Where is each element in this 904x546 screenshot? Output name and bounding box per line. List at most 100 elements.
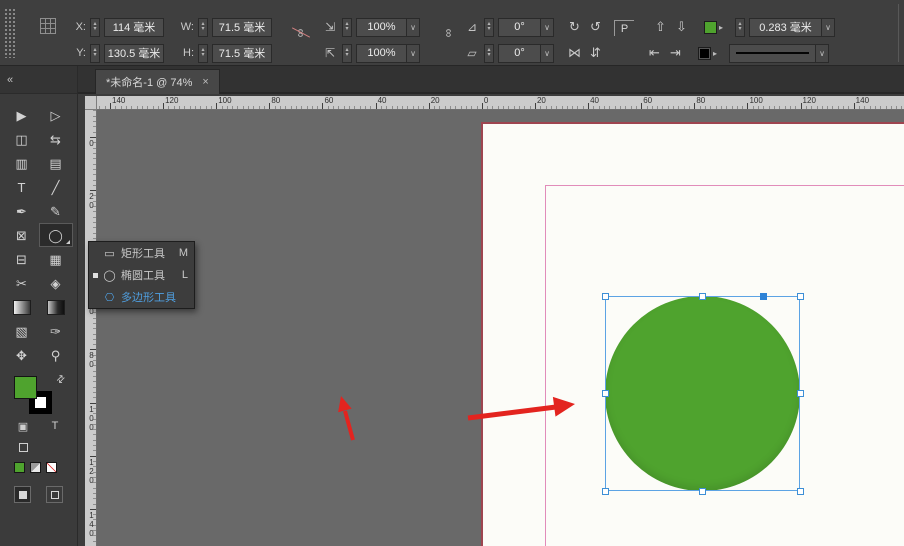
ellipse-tool[interactable]: ◯ bbox=[38, 223, 73, 247]
spinner-down-icon[interactable]: ▾ bbox=[739, 26, 742, 32]
panel-drag-dots[interactable] bbox=[4, 8, 17, 58]
current-tool-marker bbox=[93, 272, 98, 278]
x-input[interactable]: 114 毫米 bbox=[104, 17, 164, 37]
frame-tool[interactable]: ⊠ bbox=[5, 223, 39, 247]
ruler-number: 140 bbox=[87, 510, 96, 538]
formatting-affects-text-button[interactable]: T bbox=[46, 417, 64, 435]
x-spinner[interactable]: ▴ ▾ bbox=[90, 17, 100, 37]
pen-tool[interactable]: ✒ bbox=[5, 199, 39, 223]
document-canvas[interactable] bbox=[97, 110, 904, 546]
fit-left-button[interactable]: ⇤ bbox=[646, 45, 663, 61]
spinner-down-icon[interactable]: ▾ bbox=[201, 52, 204, 58]
spinner-down-icon[interactable]: ▾ bbox=[345, 52, 348, 58]
spinner-down-icon[interactable]: ▾ bbox=[201, 26, 204, 32]
ruler-number: 40 bbox=[377, 96, 387, 105]
distribute-down-button[interactable]: ⇩ bbox=[673, 19, 690, 35]
tools-panel-header[interactable]: « bbox=[0, 66, 77, 94]
note-tool[interactable]: ▧ bbox=[5, 319, 39, 343]
fill-color-swatch[interactable] bbox=[704, 20, 717, 34]
stroke-weight-select[interactable]: 0.283 毫米 ∨ bbox=[749, 17, 836, 37]
spinner-down-icon[interactable]: ▾ bbox=[93, 26, 96, 32]
scale-x-spinner[interactable]: ▴ ▾ bbox=[342, 17, 352, 37]
rotate-ccw-button[interactable]: ↺ bbox=[587, 19, 604, 35]
y-input[interactable]: 130.5 毫米 bbox=[104, 43, 164, 63]
spinner-down-icon[interactable]: ▾ bbox=[93, 52, 96, 58]
normal-view-mode-button[interactable] bbox=[14, 486, 31, 503]
scale-y-spinner[interactable]: ▴ ▾ bbox=[342, 43, 352, 63]
ruler-corner[interactable] bbox=[85, 96, 97, 110]
spinner-down-icon[interactable]: ▾ bbox=[487, 52, 490, 58]
stroke-type-select[interactable]: ∨ bbox=[729, 43, 830, 63]
h-ruler[interactable]: 140 120 100 80 60 40 20 0 20 40 60 80 100 120 140 bbox=[97, 96, 904, 110]
v-ruler[interactable]: 020406080100120140 bbox=[85, 110, 97, 546]
free-transform-tool[interactable]: ◈ bbox=[39, 271, 73, 295]
document-tab[interactable]: *未命名-1 @ 74% × bbox=[95, 69, 220, 94]
scale-y-select[interactable]: 100% ∨ bbox=[356, 43, 420, 63]
shear-spinner[interactable]: ▴ ▾ bbox=[484, 43, 494, 63]
type-tool[interactable]: T bbox=[5, 175, 39, 199]
red-arrow-up bbox=[338, 396, 355, 441]
apply-gradient-button[interactable] bbox=[30, 462, 41, 473]
content-collector-tool[interactable]: ▥ bbox=[5, 151, 39, 175]
eyedropper-tool-icon: ✑ bbox=[50, 323, 61, 339]
close-tab-icon[interactable]: × bbox=[202, 76, 208, 88]
h-input[interactable]: 71.5 毫米 bbox=[212, 43, 272, 63]
toolbar-tools: ▶ ▷ ◫ ⇆ ▥ ▤ T ╱ ✒ ✎ ⊠ ◯ ⊟ ▦ ✂ ◈ ▧ ✑ ✥ ⚲ bbox=[0, 103, 77, 367]
fill-color-control[interactable]: ▸ bbox=[704, 20, 723, 34]
eyedropper-tool[interactable]: ✑ bbox=[39, 319, 73, 343]
preview-mode-button[interactable] bbox=[46, 486, 63, 503]
ruler-number: 20 bbox=[87, 192, 96, 211]
flip-horizontal-button[interactable]: ⋈ bbox=[566, 45, 583, 61]
rotation-spinner[interactable]: ▴ ▾ bbox=[484, 17, 494, 37]
swap-fill-stroke-icon[interactable]: ⇄ bbox=[54, 373, 68, 387]
gap-tool[interactable]: ⇆ bbox=[39, 127, 73, 151]
table-tool-icon: ⊟ bbox=[16, 251, 27, 267]
scale-y-value: 100% bbox=[367, 47, 396, 59]
shear-select[interactable]: 0° ∨ bbox=[498, 43, 554, 63]
reference-point-button[interactable]: P bbox=[614, 20, 634, 36]
rotate-cw-button[interactable]: ↻ bbox=[566, 19, 583, 35]
gradient-tool[interactable] bbox=[5, 295, 39, 319]
pencil-tool[interactable]: ✎ bbox=[39, 199, 73, 223]
stroke-weight-spinner[interactable]: ▴ ▾ bbox=[735, 17, 746, 37]
toolbar-fill-swatch[interactable] bbox=[14, 376, 37, 399]
w-spinner[interactable]: ▴ ▾ bbox=[198, 17, 208, 37]
spinner-down-icon[interactable]: ▾ bbox=[345, 26, 348, 32]
w-input[interactable]: 71.5 毫米 bbox=[212, 17, 272, 37]
apply-color-button[interactable] bbox=[14, 462, 25, 473]
zoom-tool[interactable]: ⚲ bbox=[39, 343, 73, 367]
flyout-item-polygon-tool[interactable]: ⎔ 多边形工具 bbox=[89, 286, 194, 308]
apply-none-button[interactable] bbox=[46, 462, 57, 473]
control-bar: ∞ ∞ X: ▴ ▾ 114 毫米 W: ▴ ▾ 71.5 毫米 ⇲ ▴ ▾ 100%… bbox=[0, 0, 904, 66]
reference-point-proxy[interactable] bbox=[40, 18, 56, 34]
table-tool[interactable]: ⊟ bbox=[5, 247, 39, 271]
ruler-number: 80 bbox=[696, 96, 706, 105]
hand-tool[interactable]: ✥ bbox=[5, 343, 39, 367]
y-spinner[interactable]: ▴ ▾ bbox=[90, 43, 100, 63]
distribute-up-button[interactable]: ⇧ bbox=[652, 19, 669, 35]
default-fill-stroke-button[interactable] bbox=[14, 438, 32, 456]
x-label: X: bbox=[75, 21, 86, 33]
gradient-feather-tool[interactable] bbox=[39, 295, 73, 319]
direct-selection-tool[interactable]: ▷ bbox=[39, 103, 73, 127]
line-tool[interactable]: ╱ bbox=[39, 175, 73, 199]
stroke-color-swatch[interactable] bbox=[698, 46, 711, 60]
frame-grid-tool[interactable]: ▦ bbox=[39, 247, 73, 271]
formatting-affects-container-button[interactable]: ▣ bbox=[14, 417, 32, 435]
selection-tool[interactable]: ▶ bbox=[5, 103, 39, 127]
spinner-down-icon[interactable]: ▾ bbox=[487, 26, 490, 32]
scissors-tool[interactable]: ✂ bbox=[5, 271, 39, 295]
stroke-weight-value: 0.283 毫米 bbox=[759, 22, 812, 34]
flip-vertical-button[interactable]: ⇵ bbox=[587, 45, 604, 61]
content-placer-tool[interactable]: ▤ bbox=[39, 151, 73, 175]
page-tool[interactable]: ◫ bbox=[5, 127, 39, 151]
flyout-item-ellipse-tool[interactable]: ◯ 椭圆工具 L bbox=[89, 264, 194, 286]
flyout-item-rectangle-tool[interactable]: ▭ 矩形工具 M bbox=[89, 242, 194, 264]
fit-right-button[interactable]: ⇥ bbox=[667, 45, 684, 61]
rotation-select[interactable]: 0° ∨ bbox=[498, 17, 554, 37]
ruler-number: 0 bbox=[483, 96, 489, 105]
collapse-panel-icon[interactable]: « bbox=[7, 74, 13, 86]
h-spinner[interactable]: ▴ ▾ bbox=[198, 43, 208, 63]
stroke-color-control[interactable]: ▸ bbox=[698, 46, 717, 60]
scale-x-select[interactable]: 100% ∨ bbox=[356, 17, 420, 37]
